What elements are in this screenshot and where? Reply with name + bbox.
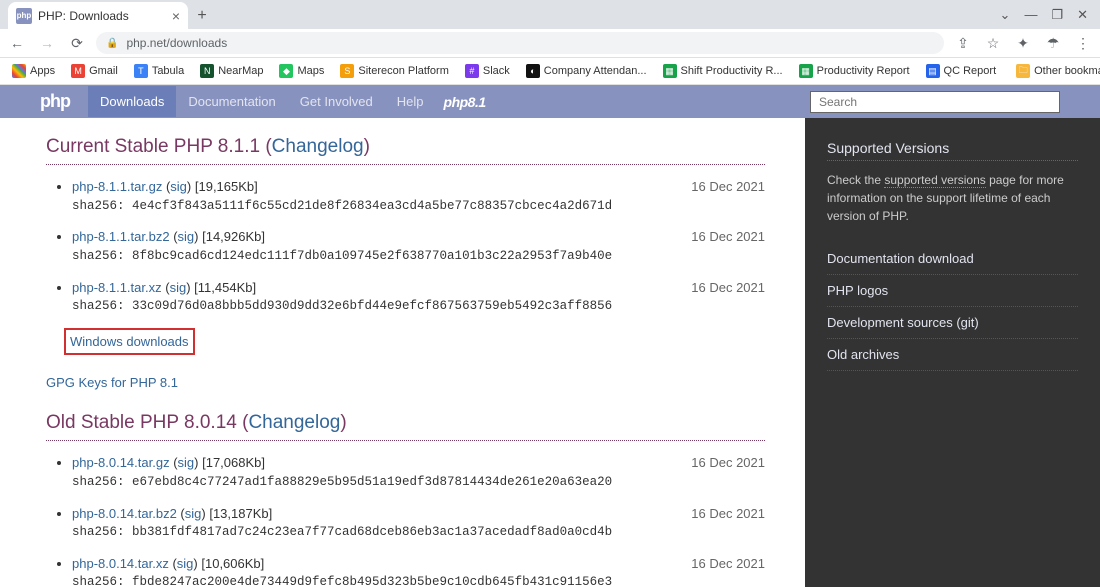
- file-date: 16 Dec 2021: [691, 504, 765, 524]
- file-link[interactable]: php-8.0.14.tar.gz: [72, 455, 170, 470]
- file-size: [14,926Kb]: [202, 229, 265, 244]
- nav-downloads[interactable]: Downloads: [88, 86, 176, 117]
- browser-tab[interactable]: php PHP: Downloads ×: [8, 2, 188, 29]
- bookmark-siterecon[interactable]: SSiterecon Platform: [334, 62, 454, 80]
- bookmark-qc[interactable]: ▤QC Report: [920, 62, 1003, 80]
- download-item: php-8.1.1.tar.bz2 (sig) [14,926Kb]16 Dec…: [72, 227, 765, 265]
- share-icon[interactable]: ⇪: [952, 32, 974, 54]
- sig-link[interactable]: sig: [185, 506, 202, 521]
- changelog-link[interactable]: Changelog: [272, 136, 364, 157]
- sig-link[interactable]: sig: [170, 280, 187, 295]
- nav-get-involved[interactable]: Get Involved: [288, 86, 385, 117]
- file-date: 16 Dec 2021: [691, 453, 765, 473]
- sig-link[interactable]: sig: [177, 556, 194, 571]
- window-chevron-icon[interactable]: ⌄: [1000, 7, 1011, 23]
- sig-link[interactable]: sig: [178, 229, 195, 244]
- window-minimize-icon[interactable]: —: [1024, 7, 1037, 22]
- file-date: 16 Dec 2021: [691, 177, 765, 197]
- bookmark-tabula[interactable]: TTabula: [128, 62, 190, 80]
- file-size: [13,187Kb]: [209, 506, 272, 521]
- close-tab-icon[interactable]: ×: [172, 8, 180, 24]
- php8-logo[interactable]: php8.1: [444, 94, 486, 110]
- file-link[interactable]: php-8.0.14.tar.bz2: [72, 506, 177, 521]
- section-heading: Current Stable PHP 8.1.1 (Changelog): [46, 136, 765, 165]
- bookmark-slack[interactable]: #Slack: [459, 62, 516, 80]
- download-item: php-8.0.14.tar.bz2 (sig) [13,187Kb]16 De…: [72, 504, 765, 542]
- reload-button[interactable]: ⟳: [66, 32, 88, 54]
- sha256: sha256: bb381fdf4817ad7c24c23ea7f77cad68…: [72, 523, 765, 542]
- bookmark-nearmap[interactable]: NNearMap: [194, 62, 269, 80]
- new-tab-button[interactable]: +: [188, 2, 216, 29]
- forward-button[interactable]: →: [36, 32, 58, 54]
- section-heading: Old Stable PHP 8.0.14 (Changelog): [46, 412, 765, 441]
- php-logo[interactable]: php: [40, 91, 88, 112]
- file-link[interactable]: php-8.1.1.tar.xz: [72, 280, 162, 295]
- search-input[interactable]: [810, 91, 1060, 113]
- file-link[interactable]: php-8.1.1.tar.gz: [72, 179, 162, 194]
- lock-icon: 🔒: [106, 38, 118, 49]
- sha256: sha256: 8f8bc9cad6cd124edc111f7db0a10974…: [72, 247, 765, 266]
- download-item: php-8.1.1.tar.xz (sig) [11,454Kb]16 Dec …: [72, 278, 765, 316]
- file-date: 16 Dec 2021: [691, 227, 765, 247]
- sidebar-link-docs[interactable]: Documentation download: [827, 243, 1078, 275]
- star-icon[interactable]: ☆: [982, 32, 1004, 54]
- site-nav: php Downloads Documentation Get Involved…: [0, 85, 1100, 118]
- file-link[interactable]: php-8.1.1.tar.bz2: [72, 229, 170, 244]
- windows-downloads-link[interactable]: Windows downloads: [70, 334, 189, 349]
- sha256: sha256: 4e4cf3f843a5111f6c55cd21de8f2683…: [72, 197, 765, 216]
- download-item: php-8.0.14.tar.xz (sig) [10,606Kb]16 Dec…: [72, 554, 765, 587]
- supported-versions-link[interactable]: supported versions: [884, 173, 985, 188]
- sidebar-link-git[interactable]: Development sources (git): [827, 307, 1078, 339]
- sha256: sha256: fbde8247ac200e4de73449d9fefc8b49…: [72, 573, 765, 587]
- file-date: 16 Dec 2021: [691, 554, 765, 574]
- sidebar: Supported Versions Check the supported v…: [805, 118, 1100, 587]
- gpg-keys-link[interactable]: GPG Keys for PHP 8.1: [46, 375, 178, 390]
- sig-link[interactable]: sig: [178, 455, 195, 470]
- sidebar-text: Check the supported versions page for mo…: [827, 171, 1078, 225]
- sha256: sha256: e67ebd8c4c77247ad1fa88829e5b95d5…: [72, 473, 765, 492]
- file-date: 16 Dec 2021: [691, 278, 765, 298]
- bookmarks-bar: Apps MGmail TTabula NNearMap ◆Maps SSite…: [0, 58, 1100, 85]
- sidebar-link-archives[interactable]: Old archives: [827, 339, 1078, 371]
- tab-title: PHP: Downloads: [38, 9, 129, 23]
- download-item: php-8.1.1.tar.gz (sig) [19,165Kb]16 Dec …: [72, 177, 765, 215]
- windows-downloads-item: Windows downloads: [64, 328, 765, 356]
- file-size: [11,454Kb]: [194, 280, 256, 295]
- file-size: [17,068Kb]: [202, 455, 265, 470]
- main-content: Current Stable PHP 8.1.1 (Changelog) php-…: [0, 118, 805, 587]
- address-bar[interactable]: 🔒 php.net/downloads: [96, 32, 944, 54]
- sig-link[interactable]: sig: [170, 179, 187, 194]
- file-link[interactable]: php-8.0.14.tar.xz: [72, 556, 169, 571]
- bookmark-maps[interactable]: ◆Maps: [273, 62, 330, 80]
- other-bookmarks[interactable]: 🗀Other bookmarks: [1010, 62, 1100, 80]
- sidebar-link-logos[interactable]: PHP logos: [827, 275, 1078, 307]
- bookmark-shift[interactable]: ▦Shift Productivity R...: [657, 62, 789, 80]
- back-button[interactable]: ←: [6, 32, 28, 54]
- file-size: [10,606Kb]: [201, 556, 264, 571]
- window-controls: ⌄ — ❐ ✕: [988, 0, 1100, 29]
- download-item: php-8.0.14.tar.gz (sig) [17,068Kb]16 Dec…: [72, 453, 765, 491]
- tab-strip: php PHP: Downloads × + ⌄ — ❐ ✕: [0, 0, 1100, 29]
- php-favicon: php: [16, 8, 32, 24]
- window-maximize-icon[interactable]: ❐: [1051, 7, 1063, 23]
- bookmark-gmail[interactable]: MGmail: [65, 62, 124, 80]
- profile-icon[interactable]: ☂: [1042, 32, 1064, 54]
- file-size: [19,165Kb]: [195, 179, 258, 194]
- window-close-icon[interactable]: ✕: [1077, 7, 1088, 23]
- bookmark-attendance[interactable]: ◐Company Attendan...: [520, 62, 653, 80]
- browser-toolbar: ← → ⟳ 🔒 php.net/downloads ⇪ ☆ ✦ ☂ ⋮: [0, 29, 1100, 58]
- extensions-icon[interactable]: ✦: [1012, 32, 1034, 54]
- url-text: php.net/downloads: [126, 36, 227, 50]
- sidebar-heading: Supported Versions: [827, 140, 1078, 161]
- sha256: sha256: 33c09d76d0a8bbb5dd930d9dd32e6bfd…: [72, 297, 765, 316]
- changelog-link[interactable]: Changelog: [248, 412, 340, 433]
- nav-documentation[interactable]: Documentation: [176, 86, 287, 117]
- bookmark-productivity[interactable]: ▦Productivity Report: [793, 62, 916, 80]
- apps-button[interactable]: Apps: [6, 62, 61, 80]
- menu-icon[interactable]: ⋮: [1072, 32, 1094, 54]
- nav-help[interactable]: Help: [385, 86, 436, 117]
